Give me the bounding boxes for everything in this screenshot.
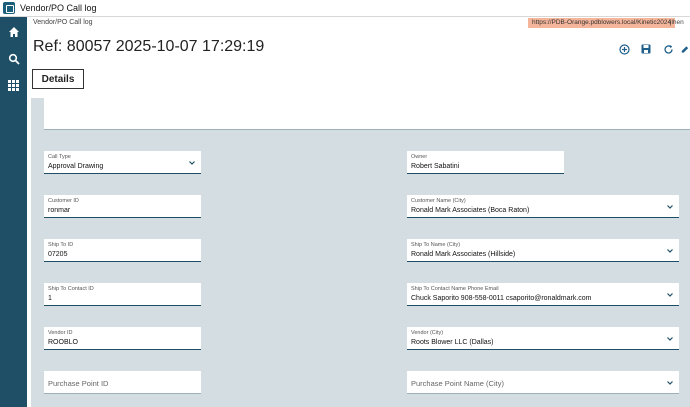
customer-name-select[interactable]: Customer Name (City) Ronald Mark Associa… xyxy=(407,195,679,218)
page-title: Ref: 80057 2025-10-07 17:29:19 xyxy=(33,38,265,55)
field-label: Ship To Contact ID xyxy=(48,286,94,292)
field-value: ROOBLO xyxy=(48,339,78,346)
chevron-down-icon[interactable] xyxy=(188,159,196,167)
field-value: Chuck Saporito 908-558-0011 csaporito@ro… xyxy=(411,295,592,302)
field-value: Ronald Mark Associates (Boca Raton) xyxy=(411,207,530,214)
field-value: 1 xyxy=(48,295,52,302)
field-label: Customer ID xyxy=(48,198,79,204)
page-header: Vendor/PO Call log https://PDB-Orange.pd… xyxy=(27,17,690,98)
chevron-down-icon[interactable] xyxy=(666,379,674,387)
search-icon[interactable] xyxy=(0,45,27,72)
field-value: ronmar xyxy=(48,207,71,214)
owner-field[interactable]: Owner Robert Sabatini xyxy=(407,151,564,174)
home-icon[interactable] xyxy=(0,18,27,45)
field-label: Ship To ID xyxy=(48,242,74,248)
app-icon xyxy=(3,2,15,14)
environment-url-badge: https://PDB-Orange.pdblowers.local/Kinet… xyxy=(528,18,676,28)
chevron-down-icon[interactable] xyxy=(666,291,674,299)
chevron-down-icon[interactable] xyxy=(666,335,674,343)
left-nav-rail xyxy=(0,17,27,407)
customer-id-field[interactable]: Customer ID ronmar xyxy=(44,195,201,218)
refresh-icon[interactable] xyxy=(661,42,675,56)
window-title: Vendor/PO Call log xyxy=(20,3,97,13)
edit-pen-icon[interactable] xyxy=(680,42,690,56)
purchase-point-id-field[interactable]: Purchase Point ID xyxy=(44,371,201,394)
field-value: Approval Drawing xyxy=(48,163,104,170)
field-label: Ship To Name (City) xyxy=(411,242,461,248)
save-icon[interactable] xyxy=(639,42,653,56)
ship-to-id-field[interactable]: Ship To ID 07205 xyxy=(44,239,201,262)
form-content: Call Type Approval Drawing Owner Robert … xyxy=(31,98,690,407)
field-label: Ship To Contact Name Phone Email xyxy=(411,286,499,292)
add-circle-icon[interactable] xyxy=(617,42,631,56)
field-value: Roots Blower LLC (Dallas) xyxy=(411,339,494,346)
breadcrumb[interactable]: Vendor/PO Call log xyxy=(33,19,93,26)
vendor-id-field[interactable]: Vendor ID ROOBLO xyxy=(44,327,201,350)
apps-grid-icon[interactable] xyxy=(0,72,27,99)
call-type-select[interactable]: Call Type Approval Drawing xyxy=(44,151,201,174)
field-label: Vendor (City) xyxy=(411,330,444,336)
field-placeholder: Purchase Point ID xyxy=(48,379,109,388)
window-titlebar: Vendor/PO Call log xyxy=(0,0,690,17)
field-value: 07205 xyxy=(48,251,68,258)
field-label: Owner xyxy=(411,154,428,160)
field-label: Customer Name (City) xyxy=(411,198,466,204)
ship-to-contact-id-field[interactable]: Ship To Contact ID 1 xyxy=(44,283,201,306)
user-name[interactable]: jlhen xyxy=(670,19,684,26)
tab-details[interactable]: Details xyxy=(32,69,84,89)
ship-to-name-select[interactable]: Ship To Name (City) Ronald Mark Associat… xyxy=(407,239,679,262)
field-value: Ronald Mark Associates (Hillside) xyxy=(411,251,516,258)
field-label: Call Type xyxy=(48,154,71,160)
field-placeholder: Purchase Point Name (City) xyxy=(411,379,504,388)
chevron-down-icon[interactable] xyxy=(666,203,674,211)
field-value: Robert Sabatini xyxy=(411,163,460,170)
field-label: Vendor ID xyxy=(48,330,73,336)
purchase-point-name-select[interactable]: Purchase Point Name (City) xyxy=(407,371,679,394)
chevron-down-icon[interactable] xyxy=(666,247,674,255)
summary-panel xyxy=(44,98,690,130)
ship-to-contact-select[interactable]: Ship To Contact Name Phone Email Chuck S… xyxy=(407,283,679,306)
vendor-city-select[interactable]: Vendor (City) Roots Blower LLC (Dallas) xyxy=(407,327,679,350)
